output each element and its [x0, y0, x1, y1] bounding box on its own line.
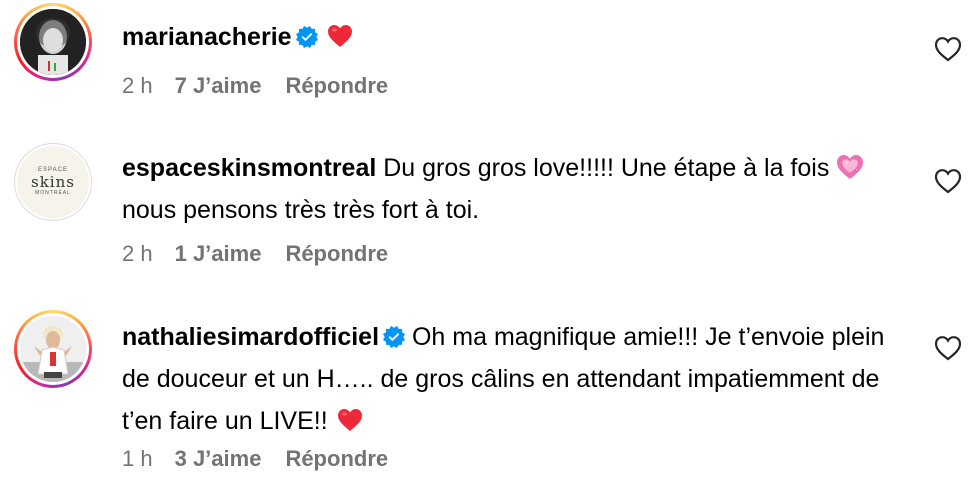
- growing-heart-emoji-icon: [837, 155, 864, 179]
- reply-button[interactable]: Répondre: [285, 241, 388, 266]
- verified-badge-icon: [295, 26, 318, 48]
- avatar[interactable]: ESPACE skins MONTRÉAL: [17, 146, 89, 218]
- avatar-logo-text: skins: [31, 173, 75, 191]
- likes-count[interactable]: 3 J’aime: [175, 446, 262, 471]
- reply-button[interactable]: Répondre: [285, 446, 388, 471]
- likes-count[interactable]: 1 J’aime: [175, 241, 262, 266]
- avatar-no-ring[interactable]: ESPACE skins MONTRÉAL: [14, 143, 92, 221]
- reply-button[interactable]: Répondre: [285, 73, 388, 98]
- comment-text-continued: nous pensons très très fort à toi.: [122, 196, 480, 224]
- comment-text: Du gros gros love!!!!! Une étape à la fo…: [383, 154, 837, 182]
- red-heart-emoji-icon: [327, 25, 352, 47]
- avatar-story-ring[interactable]: [14, 3, 92, 81]
- avatar[interactable]: [20, 316, 86, 382]
- username[interactable]: espaceskinsmontreal: [122, 154, 376, 182]
- avatar-story-ring[interactable]: [14, 310, 92, 388]
- comment-timestamp[interactable]: 2 h: [122, 73, 153, 98]
- heart-like-icon[interactable]: [934, 36, 962, 62]
- avatar-logo-bottom-text: MONTRÉAL: [35, 190, 71, 196]
- username[interactable]: nathaliesimardofficiel: [122, 323, 379, 351]
- likes-count[interactable]: 7 J’aime: [175, 73, 262, 98]
- verified-badge-icon: [383, 326, 406, 348]
- username[interactable]: marianacherie: [122, 23, 292, 51]
- heart-like-icon[interactable]: [934, 168, 962, 194]
- comment-timestamp[interactable]: 1 h: [122, 446, 153, 471]
- comment-timestamp[interactable]: 2 h: [122, 241, 153, 266]
- red-heart-emoji-icon: [337, 409, 362, 431]
- heart-like-icon[interactable]: [934, 335, 962, 361]
- avatar[interactable]: [20, 9, 86, 75]
